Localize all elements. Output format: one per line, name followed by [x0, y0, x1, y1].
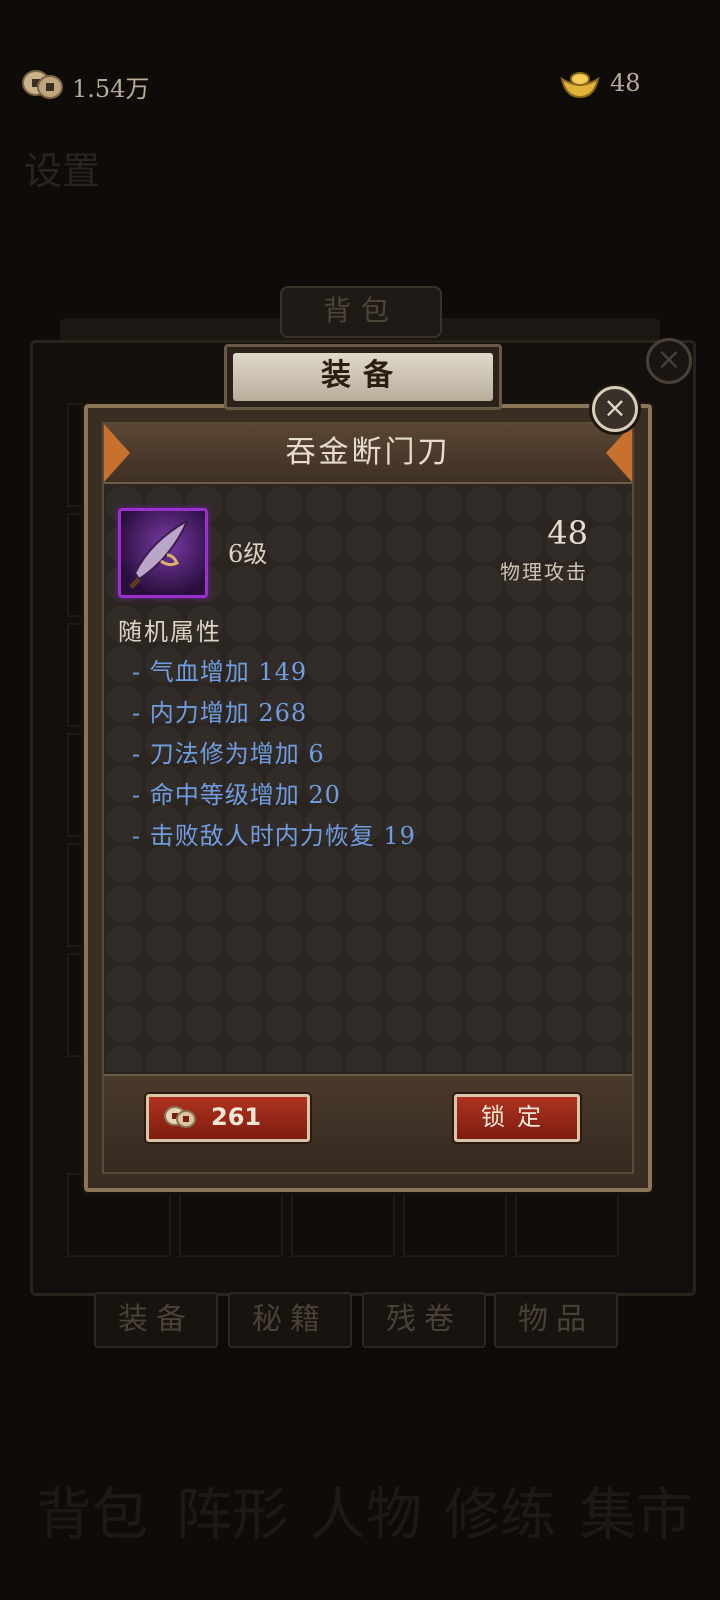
tab-fragments[interactable]: 残卷: [362, 1292, 486, 1348]
backpack-title: 背包: [280, 286, 442, 338]
close-icon[interactable]: ×: [592, 386, 638, 432]
stat-value: 48: [547, 514, 588, 552]
sell-button[interactable]: 261: [146, 1094, 310, 1142]
coin-icon: [22, 70, 63, 99]
gold-ingot-icon: [560, 72, 600, 99]
attribute-list: - 气血增加 149 - 内力增加 268 - 刀法修为增加 6 - 命中等级增…: [132, 652, 416, 857]
nav-training[interactable]: 修练: [444, 1470, 556, 1551]
currency-bar: 1.54万 48: [0, 55, 720, 115]
ingot-amount: 48: [610, 69, 641, 97]
dialog-header-title: 装备: [233, 353, 493, 401]
tab-items[interactable]: 物品: [494, 1292, 618, 1348]
sell-price: 261: [211, 1103, 262, 1131]
nav-market[interactable]: 集市: [580, 1470, 692, 1551]
item-detail-dialog: 吞金断门刀 6级 48 物理攻击 随机属性 - 气血增加 149 - 内力增加 …: [84, 404, 652, 1192]
dialog-footer: 261 锁定: [104, 1074, 632, 1172]
nav-backpack[interactable]: 背包: [36, 1470, 148, 1551]
item-info: 6级 48 物理攻击 随机属性 - 气血增加 149 - 内力增加 268 - …: [104, 484, 632, 1072]
coin-amount: 1.54万: [72, 75, 150, 103]
dialog-header: 装备: [224, 344, 502, 410]
nav-formation[interactable]: 阵形: [176, 1470, 288, 1551]
blade-item-icon: [118, 508, 208, 598]
tab-manuals[interactable]: 秘籍: [228, 1292, 352, 1348]
lock-button[interactable]: 锁定: [454, 1094, 580, 1142]
attribute-row: - 内力增加 268: [132, 699, 308, 727]
saber-icon: [129, 518, 189, 589]
stat-label: 物理攻击: [500, 560, 588, 584]
item-name-bar: 吞金断门刀: [104, 424, 632, 484]
tab-equipment[interactable]: 装备: [94, 1292, 218, 1348]
bottom-nav: 背包 阵形 人物 修练 集市: [0, 1450, 720, 1570]
coin-icon: [164, 1106, 196, 1128]
backpack-close-icon[interactable]: ×: [646, 338, 692, 384]
nav-character[interactable]: 人物: [310, 1470, 422, 1551]
random-attributes-title: 随机属性: [118, 618, 222, 646]
attribute-row: - 刀法修为增加 6: [132, 740, 325, 768]
attribute-row: - 击败敌人时内力恢复 19: [132, 822, 416, 850]
dialog-body: 吞金断门刀 6级 48 物理攻击 随机属性 - 气血增加 149 - 内力增加 …: [102, 422, 634, 1174]
item-level: 6级: [228, 540, 268, 568]
attribute-row: - 命中等级增加 20: [132, 781, 341, 809]
backpack-tabs: 装备 秘籍 残卷 物品: [94, 1292, 624, 1348]
item-name: 吞金断门刀: [285, 435, 451, 470]
attribute-row: - 气血增加 149: [132, 658, 308, 686]
settings-label-bg: 设置: [24, 149, 101, 193]
